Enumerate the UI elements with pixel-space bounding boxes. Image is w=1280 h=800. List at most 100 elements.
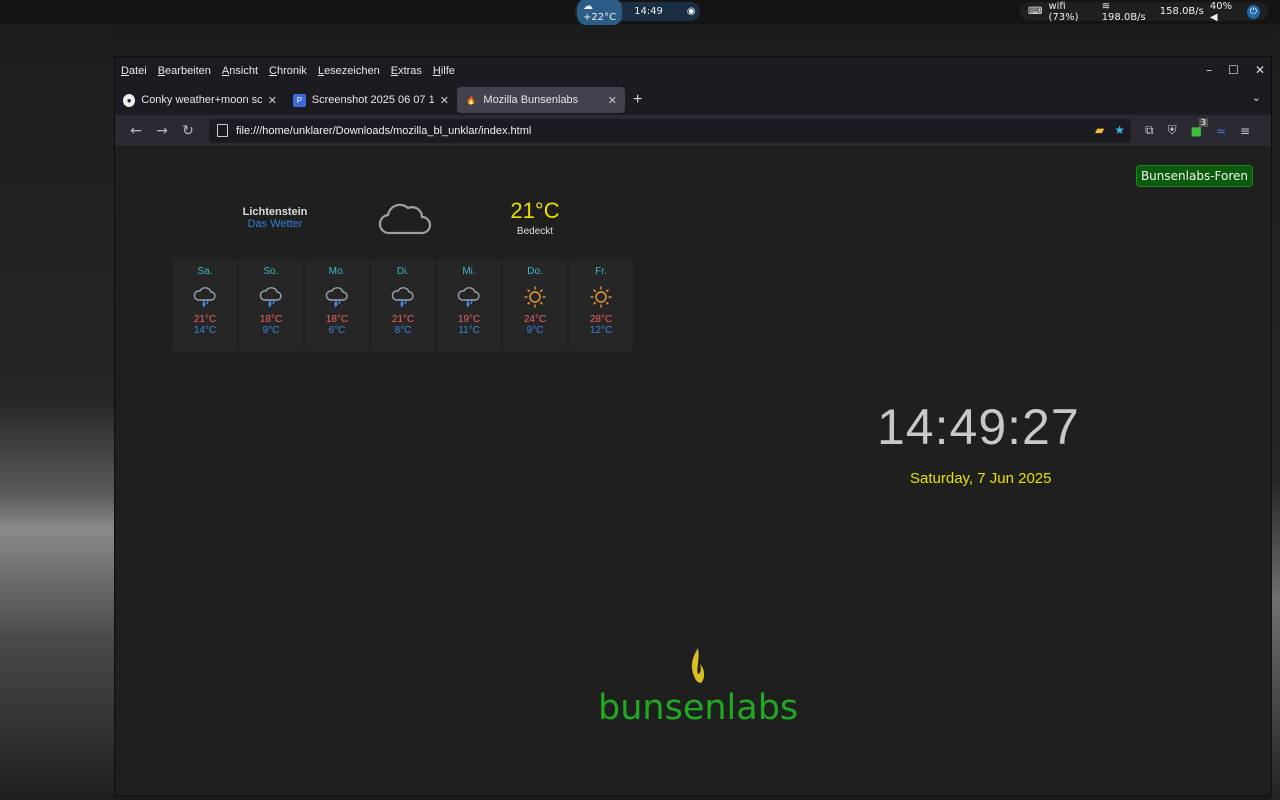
menu-hilfe[interactable]: Hilfe xyxy=(433,65,455,77)
panel-right-pill: ⌨ wifi (73%) ≋ 198.0B/s 158.0B/s 40% ◀ ⏻ xyxy=(1020,0,1268,23)
menu-ansicht[interactable]: Ansicht xyxy=(222,65,258,77)
window-controls: – ☐ ✕ xyxy=(1206,63,1265,77)
forecast-max: 21°C xyxy=(391,314,415,325)
browser-window: Datei Bearbeiten Ansicht Chronik Lesezei… xyxy=(114,56,1272,796)
digital-clock: 14:49:27 xyxy=(877,399,1080,455)
tab-label: Conky weather+moon scri xyxy=(141,94,262,106)
tab-label: Screenshot 2025 06 07 13 xyxy=(311,94,434,106)
maximize-icon[interactable]: ☐ xyxy=(1228,63,1239,77)
forecast-day: Mi. 19°C 11°C xyxy=(437,259,501,351)
page-icon xyxy=(217,124,228,137)
power-icon[interactable]: ⏻ xyxy=(1246,4,1260,19)
forecast-min: 6°C xyxy=(328,325,346,336)
sync-icon[interactable]: ≈ xyxy=(1216,124,1226,138)
desktop-background-left xyxy=(0,0,114,800)
cloud-icon xyxy=(378,199,432,243)
flame-icon xyxy=(598,646,798,690)
toolbar-icons: ⧉ ⛨ ■ 3 ≈ ≡ xyxy=(1145,117,1250,138)
forecast-max: 21°C xyxy=(193,314,217,325)
forward-icon[interactable]: → xyxy=(149,123,175,139)
panel-weather[interactable]: ☁ +22°C xyxy=(577,0,623,25)
tab-bar: ● Conky weather+moon scri ✕ P Screenshot… xyxy=(115,85,1271,115)
minimize-icon[interactable]: – xyxy=(1206,63,1212,77)
extension-badge-count: 3 xyxy=(1198,117,1208,127)
panel-center-pill: ☁ +22°C 14:49 ◉ xyxy=(575,0,700,25)
rain-cloud-icon xyxy=(239,280,303,314)
tab-close-icon[interactable]: ✕ xyxy=(608,94,617,107)
tab-conky[interactable]: ● Conky weather+moon scri ✕ xyxy=(115,87,285,113)
current-temperature: 21°C xyxy=(510,198,560,223)
speaker-icon: ◀ xyxy=(1209,11,1218,23)
forecast-min: 11°C xyxy=(458,325,480,336)
panel-volume[interactable]: 40% ◀ xyxy=(1210,1,1241,23)
forecast-max: 18°C xyxy=(259,314,283,325)
folder-icon[interactable]: ▰ xyxy=(1095,123,1104,137)
forecast-min: 9°C xyxy=(262,325,280,336)
forecast-day: Fr. 28°C 12°C xyxy=(569,259,633,351)
menu-datei[interactable]: Datei xyxy=(121,65,147,77)
forecast-min: 12°C xyxy=(589,325,613,336)
panel-weather-temp: +22°C xyxy=(583,11,617,23)
flame-favicon-icon: 🔥 xyxy=(466,95,477,105)
chevron-down-icon[interactable]: ⌄ xyxy=(1252,91,1261,104)
forecast-day: Di. 21°C 8°C xyxy=(371,259,435,351)
page-content: Bunsenlabs-Foren Lichtenstein Das Wetter… xyxy=(115,146,1271,795)
back-icon[interactable]: ← xyxy=(123,123,149,139)
logo-wordmark: bunsenlabs xyxy=(598,688,799,728)
bunsenlabs-logo: bunsenlabs xyxy=(598,646,798,728)
menu-lesezeichen[interactable]: Lesezeichen xyxy=(318,65,380,77)
rain-cloud-icon xyxy=(371,280,435,314)
forecast-max: 18°C xyxy=(325,314,349,325)
hamburger-menu-icon[interactable]: ≡ xyxy=(1240,124,1250,138)
url-bar[interactable]: file:///home/unklarer/Downloads/mozilla_… xyxy=(209,118,1131,143)
tab-label: Mozilla Bunsenlabs xyxy=(483,94,579,106)
forecast-day: So. 18°C 9°C xyxy=(239,259,303,351)
forecast-day-name: Di. xyxy=(396,266,410,277)
forecast-max: 24°C xyxy=(523,314,547,325)
rain-cloud-icon xyxy=(173,280,237,314)
menu-extras[interactable]: Extras xyxy=(391,65,422,77)
rain-cloud-icon xyxy=(437,280,501,314)
wifi-icon: ≋ xyxy=(1101,0,1111,12)
extensions-icon[interactable]: ⧉ xyxy=(1145,123,1154,138)
url-actions: ▰ ★ xyxy=(1095,123,1125,137)
forecast-day-name: Mi. xyxy=(462,266,476,277)
forecast-day-name: So. xyxy=(263,266,279,277)
forecast-max: 19°C xyxy=(457,314,481,325)
sun-icon xyxy=(503,280,567,314)
new-tab-icon[interactable]: + xyxy=(633,91,642,109)
url-text: file:///home/unklarer/Downloads/mozilla_… xyxy=(236,124,532,137)
panel-upload-rate: 158.0B/s xyxy=(1159,6,1204,17)
forecast: Sa. 21°C 14°C So. 18°C 9°C Mo. 18°C 6°C … xyxy=(173,259,633,351)
tab-screenshot[interactable]: P Screenshot 2025 06 07 13 ✕ xyxy=(285,87,457,113)
reload-icon[interactable]: ↻ xyxy=(175,123,201,139)
top-panel: ☁ +22°C 14:49 ◉ ⌨ wifi (73%) ≋ 198.0B/s … xyxy=(0,0,1280,25)
forecast-day: Sa. 21°C 14°C xyxy=(173,259,237,351)
bunsenlabs-forum-button[interactable]: Bunsenlabs-Foren xyxy=(1135,165,1253,187)
bookmark-star-icon[interactable]: ★ xyxy=(1114,123,1125,137)
extension-badge-icon[interactable]: ■ 3 xyxy=(1191,117,1208,138)
weather-link[interactable]: Das Wetter xyxy=(225,218,325,230)
conky-favicon-icon: ● xyxy=(123,93,136,107)
panel-clock[interactable]: 14:49 xyxy=(634,6,663,17)
image-favicon-icon: P xyxy=(293,93,306,107)
forecast-day: Do. 24°C 9°C xyxy=(503,259,567,351)
menu-bearbeiten[interactable]: Bearbeiten xyxy=(158,65,211,77)
shield-icon[interactable]: ⛨ xyxy=(1168,123,1177,138)
forecast-day-name: Fr. xyxy=(595,266,607,277)
forecast-day-name: Mo. xyxy=(328,266,346,277)
forecast-day-name: Sa. xyxy=(197,266,213,277)
tab-close-icon[interactable]: ✕ xyxy=(268,94,277,107)
close-icon[interactable]: ✕ xyxy=(1255,63,1265,77)
tab-close-icon[interactable]: ✕ xyxy=(440,94,449,107)
forecast-min: 9°C xyxy=(526,325,544,336)
keyboard-icon[interactable]: ⌨ xyxy=(1028,6,1042,17)
sun-icon xyxy=(569,280,633,314)
rain-cloud-icon xyxy=(305,280,369,314)
panel-wifi[interactable]: wifi (73%) xyxy=(1048,1,1095,23)
date-display: Saturday, 7 Jun 2025 xyxy=(910,470,1052,487)
location-block: Lichtenstein Das Wetter xyxy=(225,206,325,230)
tab-mozilla-bunsenlabs[interactable]: 🔥 Mozilla Bunsenlabs ✕ xyxy=(457,87,625,113)
eye-icon[interactable]: ◉ xyxy=(687,6,696,17)
menu-chronik[interactable]: Chronik xyxy=(269,65,307,77)
